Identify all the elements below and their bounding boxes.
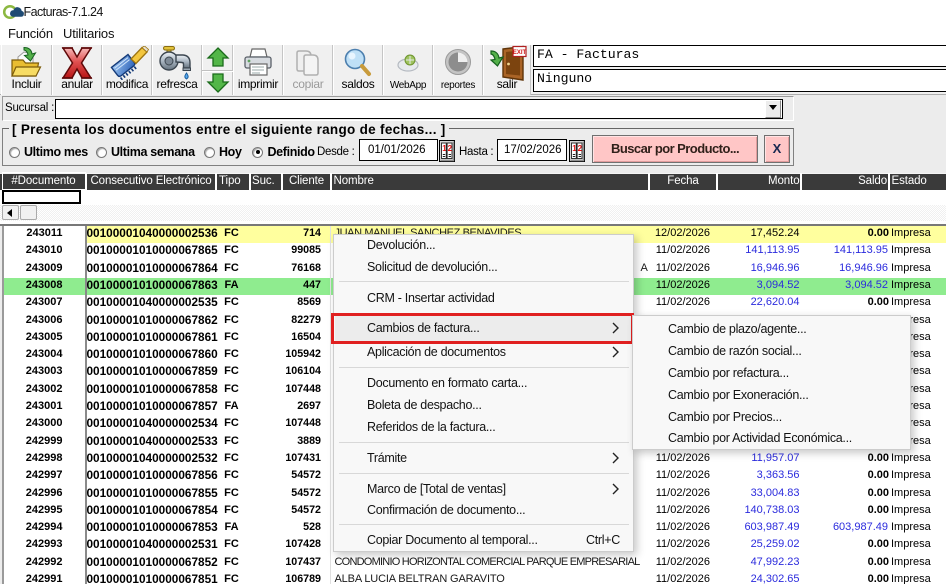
svg-text:2: 2 xyxy=(448,144,453,153)
svg-text:EXIT: EXIT xyxy=(513,50,527,56)
svg-text:2: 2 xyxy=(577,144,582,153)
